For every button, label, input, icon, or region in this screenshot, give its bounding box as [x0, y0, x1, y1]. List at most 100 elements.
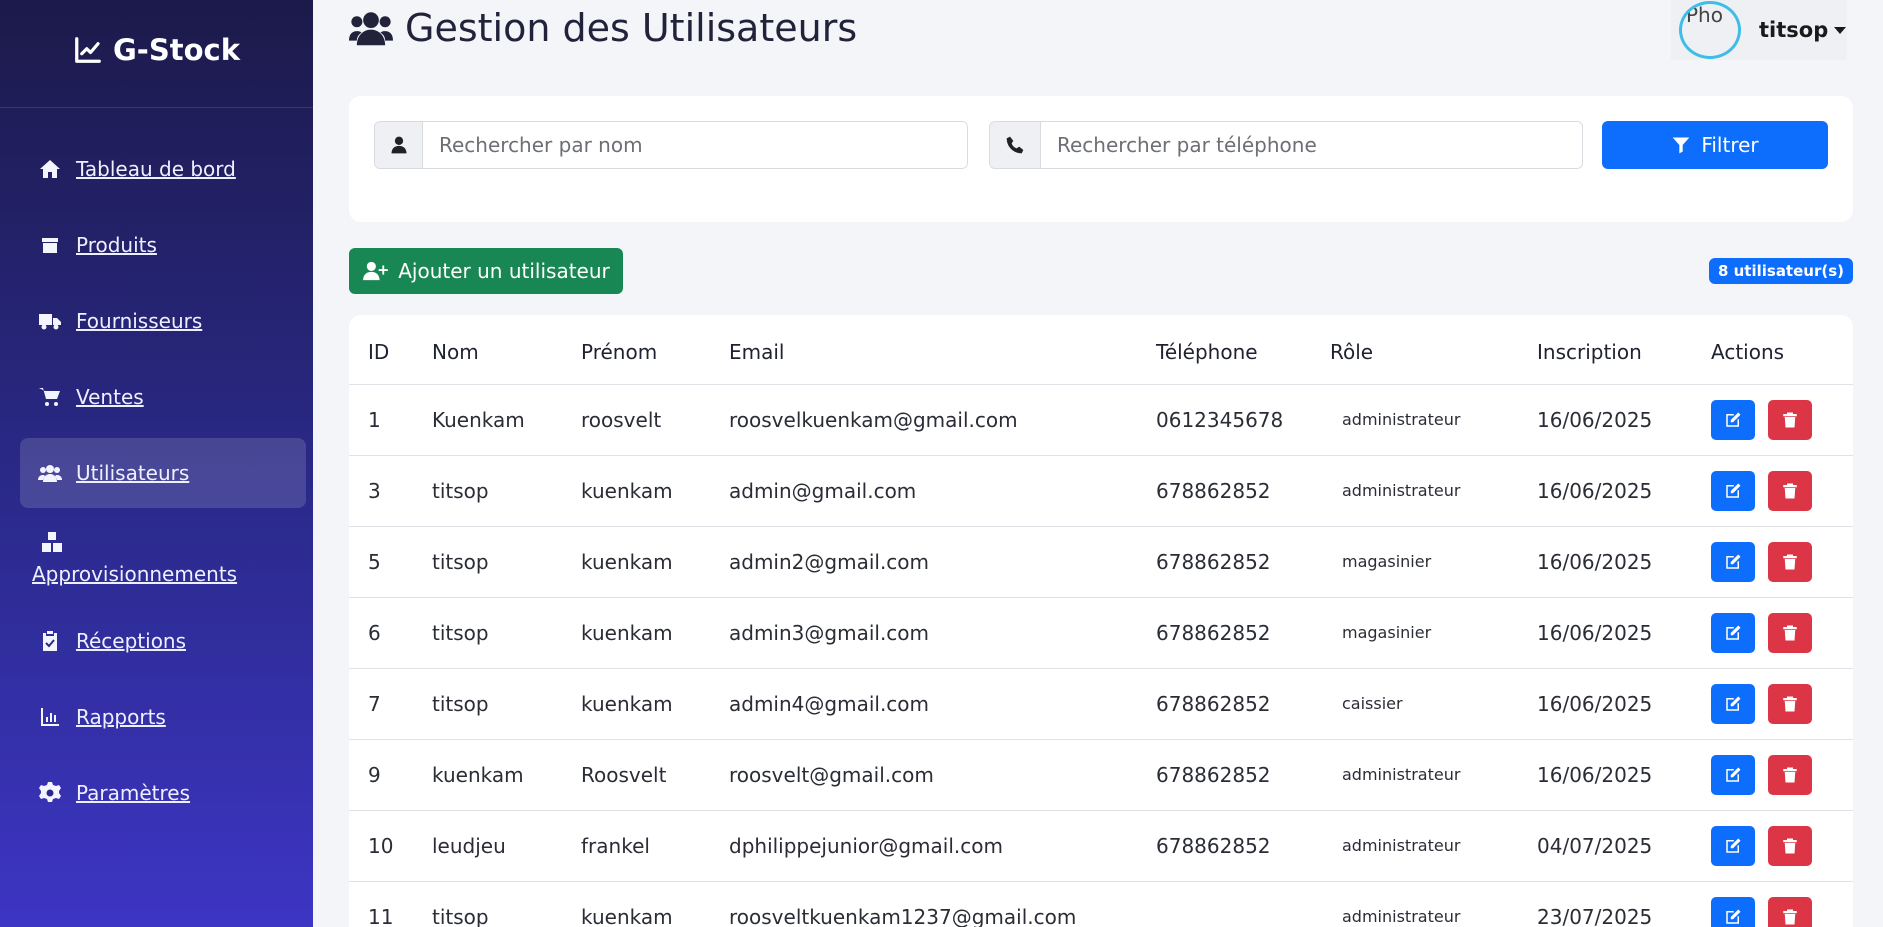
sidebar-item-approvisionnements[interactable]: Approvisionnements: [20, 514, 306, 600]
sidebar-item-label: Tableau de bord: [76, 157, 236, 181]
sidebar-item-utilisateurs[interactable]: Utilisateurs: [20, 438, 306, 508]
edit-button[interactable]: [1711, 470, 1755, 511]
sidebar-nav: Tableau de bord Produits Fournisseurs Ve…: [0, 108, 313, 828]
sidebar-item-label: Produits: [76, 233, 157, 257]
cell-prenom: kuenkam: [562, 597, 710, 669]
cell-role: magasinier: [1311, 526, 1518, 598]
sidebar-item-ventes[interactable]: Ventes: [20, 362, 306, 432]
name-search-input[interactable]: [423, 122, 967, 168]
sidebar-item-parametres[interactable]: Paramètres: [20, 758, 306, 828]
name-search-group: [374, 121, 968, 169]
edit-button[interactable]: [1711, 541, 1755, 582]
users-icon: [349, 12, 393, 46]
filter-card: Filtrer: [349, 96, 1853, 222]
sidebar-item-label: Approvisionnements: [32, 562, 238, 586]
truck-icon: [36, 307, 64, 335]
cell-actions: [1692, 526, 1853, 598]
cell-id: 1: [349, 384, 413, 456]
cell-nom: titsop: [413, 455, 562, 527]
cell-actions: [1692, 881, 1853, 927]
cell-email: admin3@gmail.com: [710, 597, 1137, 669]
filter-button-label: Filtrer: [1701, 133, 1759, 157]
edit-button[interactable]: [1711, 825, 1755, 866]
sidebar-item-tableau-de-bord[interactable]: Tableau de bord: [20, 134, 306, 204]
delete-button[interactable]: [1768, 896, 1812, 927]
add-user-button[interactable]: Ajouter un utilisateur: [349, 248, 623, 294]
caret-down-icon: [1834, 26, 1847, 34]
sidebar-item-label: Rapports: [76, 705, 166, 729]
cell-role: administrateur: [1311, 455, 1518, 527]
boxes-icon: [38, 528, 66, 556]
cell-id: 10: [349, 810, 413, 882]
delete-button[interactable]: [1768, 825, 1812, 866]
cell-inscription: 16/06/2025: [1518, 739, 1692, 811]
sidebar-item-rapports[interactable]: Rapports: [20, 682, 306, 752]
edit-icon: [1726, 554, 1741, 569]
edit-icon: [1726, 483, 1741, 498]
users-icon: [36, 459, 64, 487]
trash-icon: [1783, 483, 1797, 498]
table-row: 11 titsop kuenkam roosveltkuenkam1237@gmail…: [349, 881, 1853, 927]
edit-icon: [1726, 696, 1741, 711]
trash-icon: [1783, 696, 1797, 711]
phone-search-input[interactable]: [1041, 122, 1582, 168]
table-row: 10 leudjeu frankel dphilippejunior@gmail.co…: [349, 810, 1853, 882]
sidebar-item-fournisseurs[interactable]: Fournisseurs: [20, 286, 306, 356]
cell-id: 7: [349, 668, 413, 740]
cell-role: administrateur: [1311, 881, 1518, 927]
bar-chart-icon: [36, 703, 64, 731]
edit-button[interactable]: [1711, 399, 1755, 440]
sidebar-item-produits[interactable]: Produits: [20, 210, 306, 280]
column-header-inscription[interactable]: Inscription: [1518, 315, 1692, 385]
trash-icon: [1783, 767, 1797, 782]
cell-telephone: 678862852: [1137, 455, 1311, 527]
table-row: 9 kuenkam Roosvelt roosvelt@gmail.com 678862…: [349, 739, 1853, 811]
trash-icon: [1783, 412, 1797, 427]
cell-email: admin4@gmail.com: [710, 668, 1137, 740]
edit-icon: [1726, 909, 1741, 924]
table-row: 1 Kuenkam roosvelt roosvelkuenkam@gmail.com…: [349, 384, 1853, 456]
table-header-row: ID Nom Prénom Email Téléphone Rôle Inscr…: [349, 315, 1853, 385]
trash-icon: [1783, 625, 1797, 640]
edit-button[interactable]: [1711, 612, 1755, 653]
cell-nom: leudjeu: [413, 810, 562, 882]
column-header-id[interactable]: ID: [349, 315, 413, 385]
edit-button[interactable]: [1711, 683, 1755, 724]
cell-actions: [1692, 668, 1853, 740]
line-chart-icon: [75, 36, 101, 63]
users-table: ID Nom Prénom Email Téléphone Rôle Inscr…: [349, 315, 1853, 927]
users-table-card: ID Nom Prénom Email Téléphone Rôle Inscr…: [349, 315, 1853, 927]
brand-logo[interactable]: G-Stock: [0, 0, 313, 108]
edit-icon: [1726, 838, 1741, 853]
delete-button[interactable]: [1768, 541, 1812, 582]
filter-icon: [1672, 137, 1690, 154]
cell-nom: titsop: [413, 881, 562, 927]
user-menu[interactable]: Pho titsop: [1671, 0, 1847, 60]
username-dropdown[interactable]: titsop: [1759, 18, 1847, 42]
page-title-text: Gestion des Utilisateurs: [405, 6, 858, 50]
edit-button[interactable]: [1711, 896, 1755, 927]
column-header-nom[interactable]: Nom: [413, 315, 562, 385]
delete-button[interactable]: [1768, 754, 1812, 795]
cell-telephone: 678862852: [1137, 526, 1311, 598]
delete-button[interactable]: [1768, 470, 1812, 511]
edit-button[interactable]: [1711, 754, 1755, 795]
cell-telephone: 678862852: [1137, 668, 1311, 740]
avatar[interactable]: Pho: [1679, 1, 1741, 59]
cell-inscription: 16/06/2025: [1518, 668, 1692, 740]
column-header-actions: Actions: [1692, 315, 1853, 385]
phone-icon: [990, 122, 1041, 168]
column-header-email[interactable]: Email: [710, 315, 1137, 385]
cell-nom: titsop: [413, 668, 562, 740]
filter-button[interactable]: Filtrer: [1602, 121, 1828, 169]
delete-button[interactable]: [1768, 683, 1812, 724]
cell-id: 11: [349, 881, 413, 927]
column-header-role[interactable]: Rôle: [1311, 315, 1518, 385]
cell-email: dphilippejunior@gmail.com: [710, 810, 1137, 882]
delete-button[interactable]: [1768, 612, 1812, 653]
column-header-telephone[interactable]: Téléphone: [1137, 315, 1311, 385]
delete-button[interactable]: [1768, 399, 1812, 440]
column-header-prenom[interactable]: Prénom: [562, 315, 710, 385]
table-row: 5 titsop kuenkam admin2@gmail.com 678862852 m…: [349, 526, 1853, 598]
sidebar-item-receptions[interactable]: Réceptions: [20, 606, 306, 676]
